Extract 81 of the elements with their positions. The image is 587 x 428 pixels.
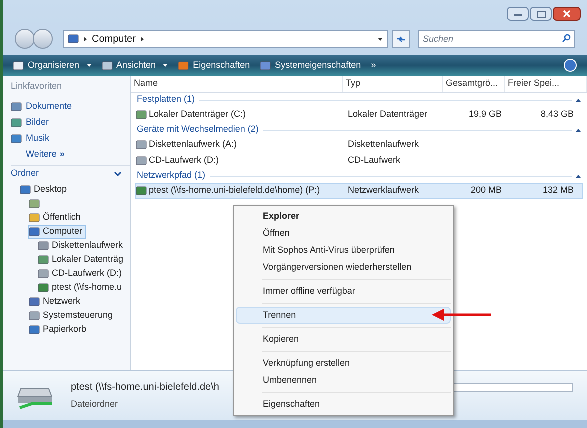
menu-item[interactable]: Immer offline verfügbar <box>236 283 451 300</box>
caret-icon <box>163 63 168 68</box>
help-button[interactable] <box>564 59 577 72</box>
favorite-link[interactable]: Musik <box>11 130 130 146</box>
close-icon <box>563 10 571 18</box>
table-cell-text: Diskettenlaufwerk <box>348 138 420 152</box>
column-header[interactable]: Gesamtgrö... <box>443 76 505 92</box>
chevron-icon[interactable] <box>114 172 122 176</box>
column-header[interactable]: Freier Spei... <box>505 76 587 92</box>
tree-item[interactable]: Papierkorb <box>28 322 90 336</box>
file-name: ptest (\\fs-home.uni-bielefeld.de\home) (P:) <box>149 184 320 198</box>
menu-item[interactable]: Kopieren <box>236 331 451 348</box>
list-row[interactable]: Diskettenlaufwerk (A:) Diskettenlaufwerk <box>135 137 583 153</box>
tree-item[interactable]: Systemsteuerung <box>28 308 116 322</box>
pointer-arrow <box>432 309 492 321</box>
table-cell-text: 19,9 GB <box>468 108 503 122</box>
more-link[interactable]: Weitere <box>26 148 57 162</box>
menu-item[interactable]: Explorer <box>236 208 451 225</box>
breadcrumb-item[interactable]: Computer <box>92 32 136 46</box>
search-icon <box>562 34 571 43</box>
chevron-icon <box>83 36 88 42</box>
caret-icon <box>378 36 383 42</box>
table-cell-text: 132 MB <box>542 184 575 198</box>
menu-item[interactable]: Eigenschaften <box>236 396 451 413</box>
menu-item[interactable]: Trennen <box>236 307 451 324</box>
tree-item[interactable]: CD-Laufwerk (D:) <box>37 266 126 280</box>
tree-item[interactable]: Diskettenlaufwerk <box>37 238 126 252</box>
minimize-icon <box>514 12 522 16</box>
address-bar[interactable]: Computer <box>63 30 388 48</box>
table-cell-text: CD-Laufwerk <box>348 154 402 168</box>
search-field[interactable]: Suchen <box>418 30 575 48</box>
menu-item[interactable]: Vorgängerversionen wiederherstellen <box>236 259 451 276</box>
menu-item[interactable]: Mit Sophos Anti-Virus überprüfen <box>236 242 451 259</box>
chevron-icon <box>140 36 145 42</box>
item-name: ptest (\\fs-home.uni-bielefeld.de\h <box>71 380 220 395</box>
list-row[interactable]: Lokaler Datenträger (C:) Lokaler Datenträger 19,9 GB 8,43 GB <box>135 107 583 123</box>
more-button[interactable]: » <box>371 58 376 72</box>
section-heading: Ordner <box>11 167 40 180</box>
favorite-link[interactable]: Bilder <box>11 114 130 130</box>
section-heading: Linkfavoriten <box>11 80 64 93</box>
collapse-icon[interactable] <box>576 98 581 102</box>
item-type: Dateiordner <box>71 398 120 411</box>
chevron-glyph: » <box>60 148 65 161</box>
close-button[interactable] <box>553 7 581 21</box>
maximize-icon <box>536 10 546 18</box>
toolbar-button[interactable]: Ansichten <box>102 58 168 72</box>
file-name: Diskettenlaufwerk (A:) <box>149 138 238 152</box>
table-cell-text: Netzwerklaufwerk <box>348 184 420 198</box>
caret-icon <box>86 63 92 68</box>
tree-item[interactable] <box>28 196 43 210</box>
group-header[interactable]: Netzwerkpfad (1) <box>137 169 206 183</box>
column-header[interactable]: Typ <box>343 76 443 92</box>
refresh-icon <box>396 34 406 44</box>
list-row[interactable]: ptest (\\fs-home.uni-bielefeld.de\home) (P:) Netzwerklaufwerk 200 MB 132 MB <box>135 183 583 199</box>
toolbar-button[interactable]: Organisieren <box>13 58 92 72</box>
table-cell-text: 200 MB <box>470 184 503 198</box>
file-name: CD-Laufwerk (D:) <box>149 154 220 168</box>
table-cell-text: Lokaler Datenträger <box>348 108 429 122</box>
maximize-button[interactable] <box>530 7 552 21</box>
column-header[interactable]: Name <box>131 76 343 92</box>
tree-item[interactable]: Computer <box>28 224 86 238</box>
table-cell-text: 8,43 GB <box>540 108 575 122</box>
menu-item[interactable]: Umbenennen <box>236 372 451 389</box>
collapse-icon[interactable] <box>576 174 581 178</box>
favorite-link[interactable]: Dokumente <box>11 98 130 114</box>
collapse-icon[interactable] <box>576 128 581 132</box>
menu-item[interactable]: Verknüpfung erstellen <box>236 355 451 372</box>
toolbar-button[interactable]: Systemeigenschaften <box>260 58 362 72</box>
file-name: Lokaler Datenträger (C:) <box>149 108 246 122</box>
minimize-button[interactable] <box>507 7 529 21</box>
menu-item[interactable]: Öffnen <box>236 225 451 242</box>
refresh-button[interactable] <box>392 30 410 48</box>
tree-item[interactable]: Lokaler Datenträg <box>37 252 127 266</box>
tree-item[interactable]: ptest (\\fs-home.u <box>37 280 126 294</box>
tree-item[interactable]: Öffentlich <box>28 210 84 224</box>
tree-item[interactable]: Netzwerk <box>28 294 84 308</box>
group-header[interactable]: Festplatten (1) <box>137 93 196 107</box>
tree-item[interactable]: Desktop <box>19 182 70 196</box>
list-row[interactable]: CD-Laufwerk (D:) CD-Laufwerk <box>135 153 583 169</box>
toolbar-button[interactable]: Eigenschaften <box>178 58 250 72</box>
group-header[interactable]: Geräte mit Wechselmedien (2) <box>137 123 259 137</box>
